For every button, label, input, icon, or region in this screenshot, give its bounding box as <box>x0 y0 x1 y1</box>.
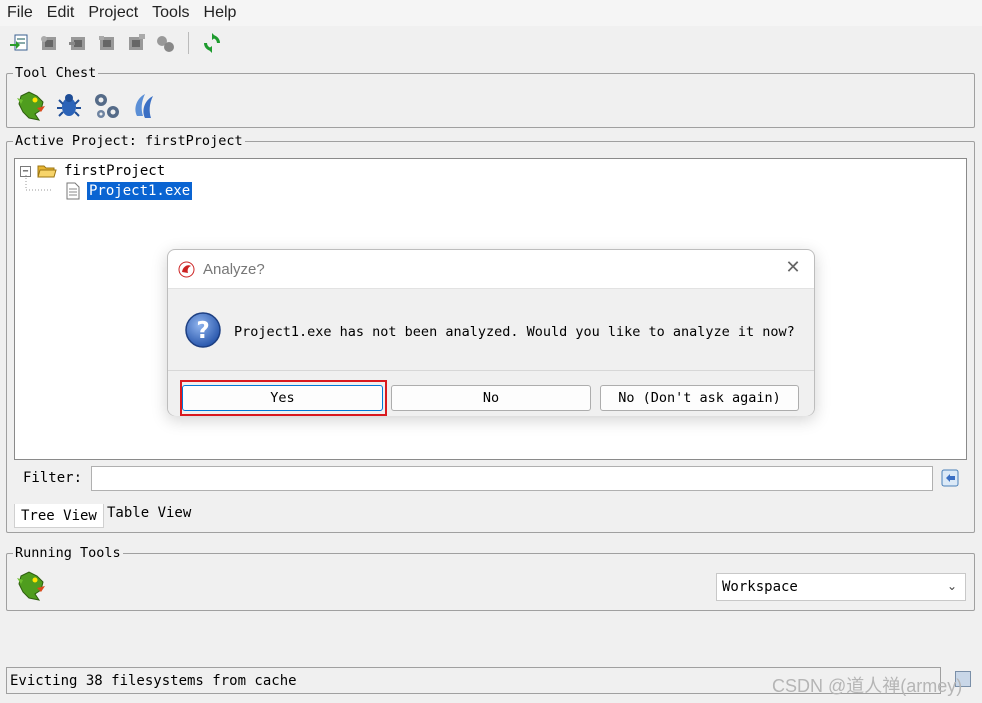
no-button[interactable]: No <box>391 385 591 411</box>
running-tools-title: Running Tools <box>13 545 123 561</box>
debugger-icon[interactable] <box>53 90 85 122</box>
menu-bar: File Edit Project Tools Help <box>0 0 982 26</box>
menu-help[interactable]: Help <box>203 4 244 22</box>
filter-input[interactable] <box>91 466 933 491</box>
dialog-message: Project1.exe has not been analyzed. Woul… <box>234 324 795 340</box>
svg-text:?: ? <box>196 318 209 344</box>
import-file-icon[interactable] <box>8 31 32 55</box>
tree-node-file[interactable]: Project1.exe <box>65 181 193 201</box>
menu-tools[interactable]: Tools <box>151 4 196 22</box>
toolbar-separator <box>188 32 189 54</box>
batch-import-icon[interactable] <box>66 31 90 55</box>
tree-node-file-label: Project1.exe <box>87 182 193 200</box>
open-tool-icon[interactable] <box>95 31 119 55</box>
dialog-body: ? Project1.exe has not been analyzed. Wo… <box>168 288 814 370</box>
tab-tree-view[interactable]: Tree View <box>14 504 104 528</box>
dialog-button-bar: Yes No No (Don't ask again) <box>168 370 814 416</box>
tool-chest-title: Tool Chest <box>13 65 99 81</box>
ghidra-dragon-icon <box>178 261 195 277</box>
close-icon[interactable]: ✕ <box>784 259 802 277</box>
analyze-dialog: Analyze? ✕ ? Project1.exe has not been a… <box>167 249 815 416</box>
filter-clear-icon[interactable] <box>940 468 960 488</box>
tool-chest-panel: Tool Chest <box>6 65 975 128</box>
yes-button[interactable]: Yes <box>182 385 383 411</box>
running-dragon-icon[interactable] <box>15 570 47 602</box>
status-message: Evicting 38 filesystems from cache <box>10 672 297 689</box>
tree-node-root-label: firstProject <box>64 163 166 179</box>
workspace-select[interactable]: Workspace ⌄ <box>716 573 966 601</box>
dragon-codebrowser-icon[interactable] <box>15 90 47 122</box>
gears-icon[interactable] <box>91 90 123 122</box>
toolbar <box>0 27 982 59</box>
chevron-down-icon: ⌄ <box>946 579 957 593</box>
menu-edit[interactable]: Edit <box>46 4 82 22</box>
close-tool-icon[interactable] <box>124 31 148 55</box>
no-dont-ask-again-button[interactable]: No (Don't ask again) <box>600 385 799 411</box>
tab-table-view[interactable]: Table View <box>101 501 197 525</box>
link-icon[interactable] <box>153 31 177 55</box>
refresh-icon[interactable] <box>200 31 224 55</box>
workspace-select-value: Workspace <box>722 579 798 595</box>
file-icon <box>66 182 80 200</box>
version-tracking-icon[interactable] <box>129 90 161 122</box>
dialog-title: Analyze? <box>203 260 265 278</box>
filter-row: Filter: <box>14 463 967 495</box>
menu-project[interactable]: Project <box>87 4 145 22</box>
question-icon: ? <box>184 311 222 349</box>
filter-label: Filter: <box>23 470 83 486</box>
tree-connector <box>25 175 53 191</box>
dialog-titlebar: Analyze? <box>168 250 814 288</box>
watermark: CSDN @道人禅(armey) <box>772 676 963 696</box>
active-project-title: Active Project: firstProject <box>13 133 245 149</box>
menu-file[interactable]: File <box>6 4 40 22</box>
configure-icon[interactable] <box>37 31 61 55</box>
